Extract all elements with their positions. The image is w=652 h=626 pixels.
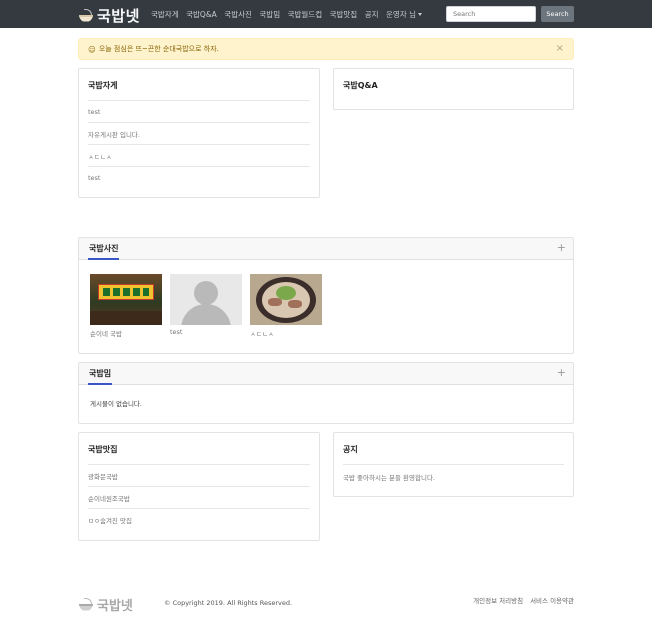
list-item[interactable]: test: [88, 100, 310, 122]
nav-item-worldcup[interactable]: 국밥월드컵: [288, 9, 323, 20]
list-item[interactable]: 광화문국밥: [88, 464, 310, 486]
plus-icon[interactable]: +: [557, 367, 566, 378]
user-menu-dropdown[interactable]: 운영자 님: [386, 9, 422, 20]
photo-item[interactable]: test: [170, 274, 242, 338]
meme-board-card: 국밥밈 + 게시물이 없습니다.: [78, 362, 574, 424]
nav-item-photo[interactable]: 국밥사진: [224, 9, 252, 20]
footer-links: 개인정보 처리방침 서비스 이용약관: [466, 595, 574, 605]
list-item[interactable]: 국밥 좋아하시는 분들 환영합니다.: [343, 472, 435, 482]
restaurant-board-card: 국밥맛집 광화문국밥 순이네원조국밥 ㅁㅇ숨겨진 맛집: [78, 432, 320, 541]
restaurant-board-title[interactable]: 국밥맛집: [88, 444, 117, 455]
free-board-title[interactable]: 국밥자게: [88, 80, 117, 91]
nav-item-qna[interactable]: 국밥Q&A: [186, 9, 217, 20]
photo-item[interactable]: 순이네 국밥: [90, 274, 162, 338]
divider: [343, 464, 564, 465]
meme-board-title[interactable]: 국밥밈: [88, 363, 113, 385]
main-nav: 국밥자게 국밥Q&A 국밥사진 국밥밈 국밥월드컵 국밥맛집 공지 운영자 님: [151, 0, 430, 28]
search-input[interactable]: [446, 6, 536, 22]
list-item[interactable]: test: [88, 166, 310, 188]
top-navbar: 국밥넷 국밥자게 국밥Q&A 국밥사진 국밥밈 국밥월드컵 국밥맛집 공지 운영…: [0, 0, 652, 28]
photo-caption[interactable]: test: [170, 328, 242, 336]
gukbap-photo[interactable]: [250, 274, 322, 325]
bowl-icon: [78, 8, 94, 23]
terms-of-service-link[interactable]: 서비스 이용약관: [530, 595, 574, 605]
nav-item-notice[interactable]: 공지: [365, 9, 379, 20]
free-board-card: 국밥자게 test 자유게시판 입니다. ㅅㄷㄴㅅ test: [78, 68, 320, 198]
notice-alert: ☺ 오늘 점심은 뜨~끈한 순대국밥으로 하자. ×: [78, 38, 574, 60]
search-button[interactable]: Search: [541, 6, 574, 22]
bowl-icon: [78, 597, 94, 612]
empty-message: 게시물이 없습니다.: [90, 400, 142, 408]
qna-board-card: 국밥Q&A: [333, 68, 574, 110]
list-item[interactable]: 순이네원조국밥: [88, 486, 310, 508]
list-item[interactable]: ㅅㄷㄴㅅ: [88, 144, 310, 166]
nav-item-restaurant[interactable]: 국밥맛집: [330, 9, 358, 20]
smile-icon: ☺: [88, 44, 96, 54]
qna-board-title[interactable]: 국밥Q&A: [343, 80, 378, 91]
footer-logo[interactable]: 국밥넷: [78, 595, 133, 614]
restaurant-board-list: 광화문국밥 순이네원조국밥 ㅁㅇ숨겨진 맛집: [88, 464, 310, 530]
close-icon[interactable]: ×: [556, 44, 564, 54]
photo-board-title[interactable]: 국밥사진: [88, 238, 120, 260]
notice-board-title[interactable]: 공지: [343, 444, 358, 455]
photo-item[interactable]: ㅅㄷㄴㅅ: [250, 274, 322, 338]
site-logo[interactable]: 국밥넷: [78, 5, 140, 26]
default-avatar-icon[interactable]: [170, 274, 242, 325]
copyright-text: © Copyright 2019. All Rights Reserved.: [164, 599, 293, 607]
photo-board-card: 국밥사진 + 순이네 국밥 test ㅅㄷㄴㅅ: [78, 237, 574, 354]
plus-icon[interactable]: +: [557, 242, 566, 253]
nav-item-free-board[interactable]: 국밥자게: [151, 9, 179, 20]
restaurant-photo[interactable]: [90, 274, 162, 325]
photo-caption[interactable]: 순이네 국밥: [90, 328, 162, 338]
list-item[interactable]: ㅁㅇ숨겨진 맛집: [88, 508, 310, 530]
notice-board-card: 공지 국밥 좋아하시는 분들 환영합니다.: [333, 432, 574, 497]
site-brand[interactable]: 국밥넷: [97, 5, 140, 26]
footer-brand[interactable]: 국밥넷: [97, 595, 133, 614]
photo-caption[interactable]: ㅅㄷㄴㅅ: [250, 328, 322, 338]
free-board-list: test 자유게시판 입니다. ㅅㄷㄴㅅ test: [88, 100, 310, 188]
meme-board-header: 국밥밈 +: [79, 363, 573, 385]
privacy-policy-link[interactable]: 개인정보 처리방침: [473, 595, 523, 605]
alert-text: 오늘 점심은 뜨~끈한 순대국밥으로 하자.: [98, 45, 219, 53]
photo-board-header: 국밥사진 +: [79, 238, 573, 260]
photo-gallery: 순이네 국밥 test ㅅㄷㄴㅅ: [90, 274, 330, 338]
nav-item-meme[interactable]: 국밥밈: [259, 9, 280, 20]
list-item[interactable]: 자유게시판 입니다.: [88, 122, 310, 144]
